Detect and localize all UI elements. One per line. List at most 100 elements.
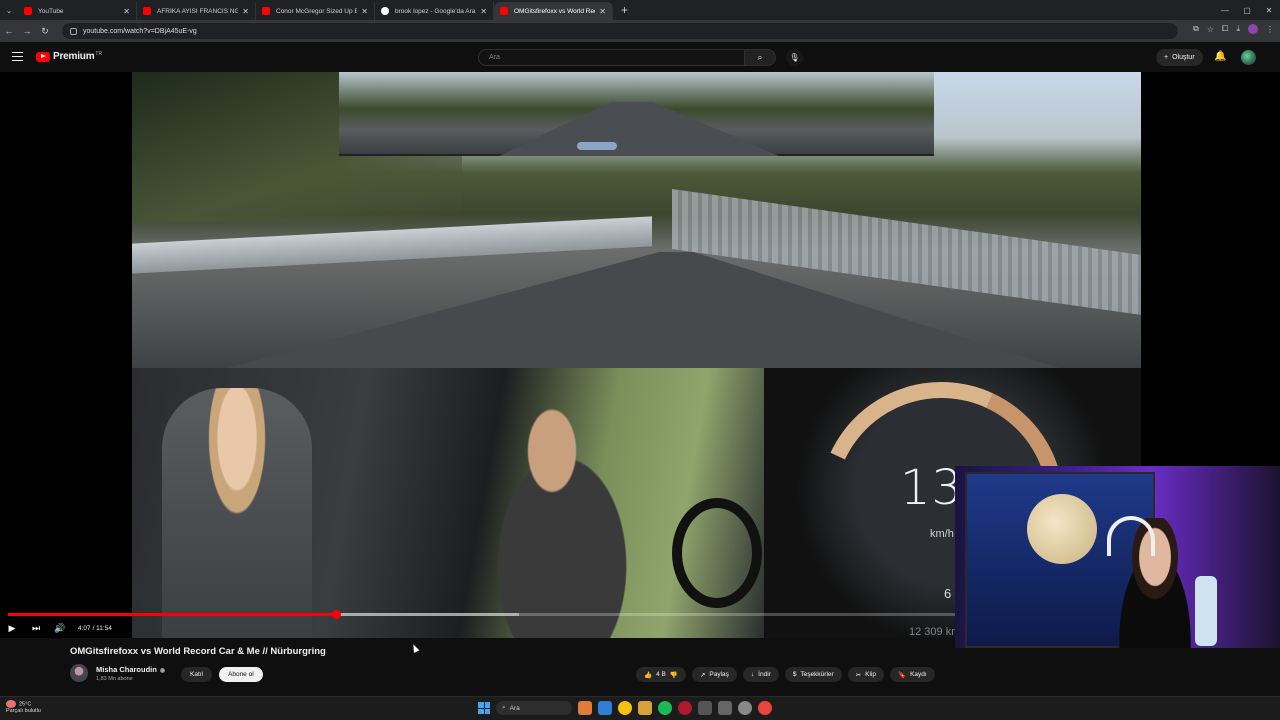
browser-tab[interactable]: brook lopez - Google'da Ara ✕: [375, 2, 494, 20]
tab-title: Conor McGregor Sized Up Bro…: [276, 7, 358, 15]
tab-title: OMGitsfirefoxx vs World Recor…: [514, 7, 595, 15]
notifications-bell-icon[interactable]: 🔔: [1214, 51, 1226, 62]
steam-icon[interactable]: [598, 701, 612, 715]
like-count: 4 B: [656, 671, 666, 678]
spotify-icon[interactable]: [658, 701, 672, 715]
channel-avatar[interactable]: [70, 664, 88, 682]
thanks-button[interactable]: $ Teşekkürler: [784, 667, 842, 682]
tab-title: YouTube: [38, 7, 64, 15]
channel-name[interactable]: Misha Charoudin ◉: [96, 665, 165, 674]
plus-icon: +: [1164, 54, 1169, 61]
close-icon[interactable]: ✕: [480, 7, 487, 16]
gear-readout: 6: [944, 586, 952, 601]
tab-title: brook lopez - Google'da Ara: [395, 7, 476, 15]
play-icon[interactable]: ▶: [0, 623, 24, 634]
youtube-icon: [500, 7, 508, 15]
youtube-logo[interactable]: Premium TR: [36, 51, 102, 62]
url-field[interactable]: youtube.com/watch?v=DBjA45uE-vg: [62, 23, 1178, 39]
extensions-icon[interactable]: ⧠: [1222, 24, 1228, 34]
subscriber-count: 1,83 Mn abone: [96, 676, 133, 682]
minimize-icon[interactable]: —: [1214, 0, 1236, 20]
rear-camera-inset: [339, 72, 934, 156]
share-icon: ↗: [699, 671, 706, 679]
headphones: [1107, 516, 1155, 556]
site-info-icon[interactable]: [70, 27, 77, 35]
scrubber-handle[interactable]: [331, 610, 341, 619]
weather-widget[interactable]: 25°C Parçalı bulutlu: [6, 700, 41, 715]
volume-icon[interactable]: 🔊: [48, 623, 72, 634]
new-tab-icon[interactable]: +: [621, 3, 628, 17]
windows-taskbar: 25°C Parçalı bulutlu ⌕ Ara: [0, 696, 1280, 720]
progress-bar[interactable]: [8, 610, 955, 619]
search-icon: ⌕: [502, 704, 506, 711]
video-actions: 👍 4 B 👎 ↗ Paylaş ↓ İndir $ Teşekkürler ✂ Klip …: [636, 667, 935, 682]
download-button[interactable]: ↓ İndir: [742, 667, 779, 682]
taskview-icon[interactable]: [578, 701, 592, 715]
browser-tab-strip: ⌄ YouTube✕ AFRİKA AYISI FRANCİS NGANN…✕ …: [0, 0, 1280, 20]
tab-title: AFRİKA AYISI FRANCİS NGANN…: [157, 7, 239, 15]
youtube-header: Premium TR Ara ⌕ 🎙 + Oluştur 🔔: [0, 42, 1280, 72]
verified-icon: ◉: [159, 668, 166, 674]
like-button[interactable]: 👍 4 B 👎: [636, 667, 686, 682]
join-button[interactable]: Katıl: [181, 667, 213, 682]
create-button[interactable]: + Oluştur: [1156, 49, 1203, 66]
back-icon[interactable]: ←: [0, 26, 18, 36]
file-explorer-icon[interactable]: [638, 701, 652, 715]
scissors-icon: ✂: [855, 671, 862, 679]
settings-icon[interactable]: [698, 701, 712, 715]
profile-avatar[interactable]: [1248, 24, 1258, 34]
save-button[interactable]: 🔖 Kaydı: [889, 667, 935, 682]
search-input[interactable]: Ara: [478, 49, 744, 66]
speed-unit: km/h: [930, 528, 954, 540]
windows-start-icon[interactable]: [478, 702, 490, 714]
microphone-arm: [1195, 576, 1217, 646]
download-icon: ↓: [750, 671, 755, 678]
hamburger-menu-icon[interactable]: [12, 52, 23, 61]
share-button[interactable]: ↗ Paylaş: [691, 667, 737, 682]
forward-icon[interactable]: →: [18, 26, 36, 36]
close-icon[interactable]: ✕: [599, 7, 606, 16]
thumbs-down-icon[interactable]: 👎: [670, 671, 678, 679]
app-icon[interactable]: [738, 701, 752, 715]
maximize-icon[interactable]: ▢: [1236, 0, 1258, 20]
microphone-icon[interactable]: 🎙: [786, 49, 803, 66]
close-icon[interactable]: ✕: [123, 7, 130, 16]
close-icon[interactable]: ✕: [361, 7, 368, 16]
search-icon[interactable]: ⌕: [744, 49, 776, 66]
youtube-play-icon: [36, 51, 50, 62]
google-icon: [381, 7, 389, 15]
youtube-icon: [24, 7, 32, 15]
create-label: Oluştur: [1172, 54, 1195, 61]
browser-toolbar-right: ⧉ ☆ ⧠ ⤓ ⋮: [1193, 24, 1274, 34]
reload-icon[interactable]: ↻: [36, 26, 54, 37]
next-icon[interactable]: ⏭: [24, 623, 48, 634]
browser-tab[interactable]: AFRİKA AYISI FRANCİS NGANN…✕: [137, 2, 256, 20]
app-icon[interactable]: [718, 701, 732, 715]
browser-tab-active[interactable]: OMGitsfirefoxx vs World Recor… ✕: [494, 2, 613, 20]
taskbar-apps: ⌕ Ara: [478, 701, 772, 715]
subscribe-button[interactable]: Abone ol: [219, 667, 263, 682]
url-text: youtube.com/watch?v=DBjA45uE-vg: [83, 27, 197, 35]
browser-tab[interactable]: Conor McGregor Sized Up Bro…✕: [256, 2, 375, 20]
window-controls: — ▢ ✕: [1214, 0, 1280, 20]
chrome-icon[interactable]: [618, 701, 632, 715]
mouse-cursor: [410, 643, 420, 653]
weather-icon: [6, 700, 16, 708]
account-avatar[interactable]: [1241, 50, 1256, 65]
player-controls: ▶ ⏭ 🔊 4:07 / 11:54: [0, 619, 955, 637]
download-icon[interactable]: ⤓: [1236, 24, 1240, 34]
browser-tab[interactable]: YouTube ✕: [18, 2, 137, 20]
tab-search-icon[interactable]: ⌄: [0, 0, 18, 20]
youtube-icon: [262, 7, 270, 15]
close-window-icon[interactable]: ✕: [1258, 0, 1280, 20]
chrome-active-icon[interactable]: [758, 701, 772, 715]
clip-button[interactable]: ✂ Klip: [847, 667, 884, 682]
thanks-icon: $: [792, 671, 797, 678]
bookmark-star-icon[interactable]: ☆: [1207, 25, 1214, 34]
taskbar-search[interactable]: ⌕ Ara: [496, 701, 572, 715]
close-icon[interactable]: ✕: [242, 7, 249, 16]
youtube-icon: [143, 7, 151, 15]
app-icon[interactable]: [678, 701, 692, 715]
more-menu-icon[interactable]: ⋮: [1266, 25, 1274, 34]
install-icon[interactable]: ⧉: [1193, 24, 1199, 34]
